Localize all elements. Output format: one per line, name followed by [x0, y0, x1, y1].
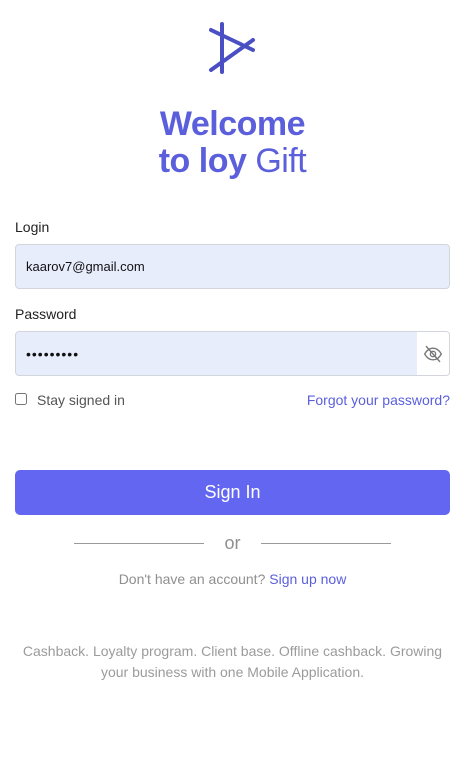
login-label: Login: [15, 219, 50, 235]
login-input[interactable]: [16, 245, 449, 288]
stay-signed-in-label[interactable]: Stay signed in: [37, 392, 125, 408]
password-label: Password: [15, 306, 77, 322]
signup-prompt: Don't have an account?: [118, 571, 266, 587]
title-brand-bold: to loy: [158, 142, 247, 180]
loy-gift-logo-icon: [204, 20, 260, 76]
sign-in-button[interactable]: Sign In: [15, 470, 450, 515]
title-brand-thin: Gift: [255, 142, 307, 180]
forgot-password-link[interactable]: Forgot your password?: [307, 392, 450, 408]
footer-tagline: Cashback. Loyalty program. Client base. …: [22, 643, 443, 680]
login-field-wrapper: [15, 244, 450, 289]
title-line-2: to loy Gift: [0, 142, 465, 180]
eye-off-icon[interactable]: [417, 332, 449, 375]
password-field-wrapper: [15, 331, 450, 376]
password-input[interactable]: [16, 332, 419, 375]
sign-up-link[interactable]: Sign up now: [269, 571, 346, 587]
signup-prompt-row: Don't have an account? Sign up now: [0, 571, 465, 587]
title-line-1: Welcome: [159, 105, 306, 143]
stay-signed-in-checkbox[interactable]: [15, 393, 27, 405]
divider-right: [261, 543, 391, 544]
welcome-title: Welcome to loy Gift: [0, 106, 465, 180]
options-row: Stay signed in Forgot your password?: [15, 392, 450, 408]
or-separator: or: [224, 533, 241, 553]
